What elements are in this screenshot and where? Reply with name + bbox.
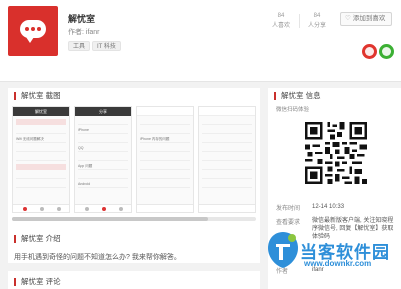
watermark-logo-icon xyxy=(268,232,298,268)
app-header: 解忧室 作者: ifanr 工具 IT 科技 84 人喜欢 84 人分享 ♡ 添加… xyxy=(0,0,401,82)
section-divider xyxy=(8,263,260,271)
tag-it-tech[interactable]: IT 科技 xyxy=(92,41,121,51)
site-watermark: 当客软件园 www.downkr.com xyxy=(262,224,401,289)
publish-time-label: 发布时间 xyxy=(276,206,301,212)
info-section-title: 解忧室 信息 xyxy=(274,92,321,100)
weibo-share-icon[interactable] xyxy=(362,44,377,59)
main-content: 解忧室 截图 解忧室 Wifi 无线问题解决 分享 iPhone QQ App 问… xyxy=(8,88,260,289)
stat-divider xyxy=(299,14,300,28)
screenshot-2[interactable]: 分享 iPhone QQ App 问题 Android xyxy=(74,106,132,213)
intro-text: 用手机遇到奇怪的问题不知道怎么办? 我来帮你解答。 xyxy=(14,254,181,261)
publish-time-value: 12-14 10:33 xyxy=(312,204,345,210)
app-title: 解忧室 xyxy=(68,14,96,24)
screenshots-section-title: 解忧室 截图 xyxy=(14,92,61,100)
intro-section-title: 解忧室 介绍 xyxy=(14,235,61,243)
qr-code xyxy=(305,122,367,184)
likes-stat: 84 人喜欢 xyxy=(271,13,290,29)
screenshot-3[interactable]: iPhone 内存的问题 xyxy=(136,106,194,213)
chat-bubble-icon xyxy=(20,20,46,43)
gallery-scrollbar[interactable] xyxy=(12,217,256,221)
screenshot-4[interactable] xyxy=(198,106,256,213)
watermark-url: www.downkr.com xyxy=(304,259,372,268)
shares-stat: 84 人分享 xyxy=(307,13,326,29)
app-author: 作者: ifanr xyxy=(68,29,100,36)
screenshot-gallery[interactable]: 解忧室 Wifi 无线问题解决 分享 iPhone QQ App 问题 Androi… xyxy=(12,106,256,218)
heart-icon: ♡ xyxy=(345,15,351,22)
app-icon xyxy=(8,6,58,56)
screenshot-1[interactable]: 解忧室 Wifi 无线问题解决 xyxy=(12,106,70,213)
wechat-share-icon[interactable] xyxy=(379,44,394,59)
qr-caption: 微信扫码体验 xyxy=(276,107,310,113)
scrollbar-thumb[interactable] xyxy=(12,217,208,221)
comments-section-title: 解忧室 评论 xyxy=(14,278,61,286)
tag-tool[interactable]: 工具 xyxy=(68,41,91,51)
add-to-favorites-button[interactable]: ♡ 添加到喜欢 xyxy=(340,12,392,26)
